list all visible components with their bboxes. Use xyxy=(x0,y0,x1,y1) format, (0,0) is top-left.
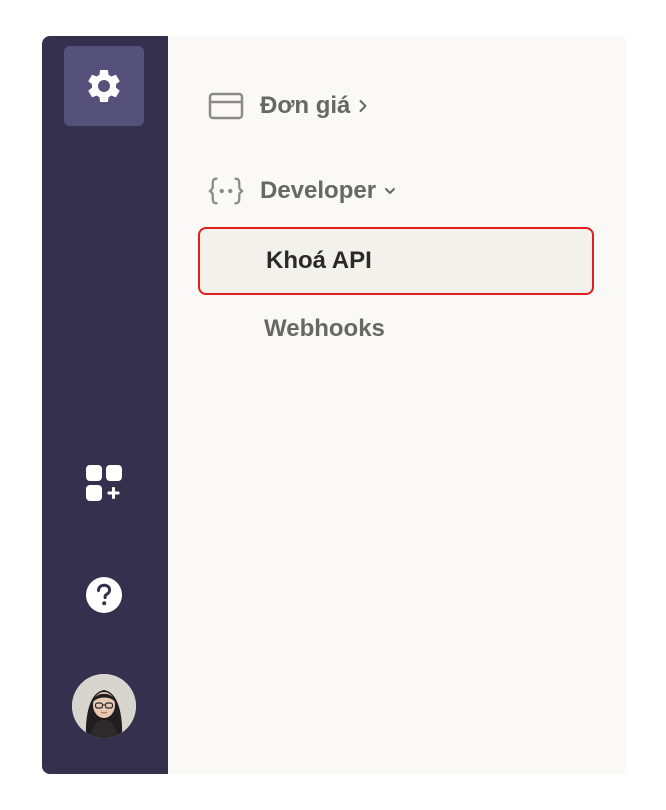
nav-subitem-api-keys[interactable]: Khoá API xyxy=(198,227,594,295)
help-icon xyxy=(85,576,123,614)
nav-item-developer[interactable]: Developer xyxy=(208,173,396,209)
nav-subitem-webhooks-label: Webhooks xyxy=(264,315,385,342)
chevron-down-icon xyxy=(384,186,396,196)
settings-button[interactable] xyxy=(64,46,144,126)
settings-panel: Đơn giá Developer Khoá API Webhooks xyxy=(168,36,626,774)
user-avatar[interactable] xyxy=(72,674,136,738)
app-window: Đơn giá Developer Khoá API Webhooks xyxy=(42,36,626,774)
credit-card-icon xyxy=(208,88,244,124)
nav-item-developer-label: Developer xyxy=(260,177,377,204)
help-button[interactable] xyxy=(79,570,129,620)
code-braces-icon xyxy=(208,173,244,209)
nav-subitem-api-keys-label: Khoá API xyxy=(266,247,372,274)
add-apps-icon xyxy=(85,464,123,502)
avatar-image xyxy=(72,674,136,738)
nav-item-billing[interactable]: Đơn giá xyxy=(208,88,368,124)
icon-rail xyxy=(42,36,168,774)
gear-icon xyxy=(84,66,124,106)
chevron-right-icon xyxy=(358,99,368,113)
nav-subitem-webhooks[interactable]: Webhooks xyxy=(198,295,594,363)
add-apps-button[interactable] xyxy=(79,458,129,508)
nav-item-billing-label: Đơn giá xyxy=(260,92,351,119)
